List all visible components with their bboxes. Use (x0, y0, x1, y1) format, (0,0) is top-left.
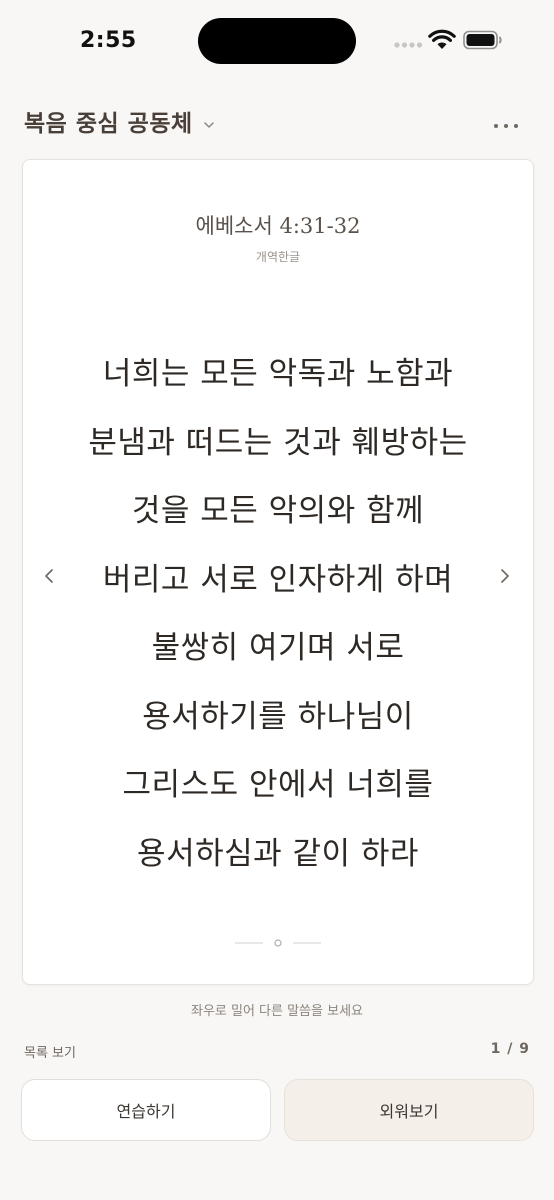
verse-line: 버리고 서로 인자하게 하며 (102, 561, 454, 598)
group-title: 복음 중심 공동체 (24, 111, 193, 137)
more-horizontal-icon[interactable] (490, 102, 522, 134)
chevron-right-icon (501, 569, 509, 583)
verse-line: 것을 모든 악의와 함께 (131, 493, 425, 529)
battery-icon (463, 30, 502, 50)
memorize-button[interactable]: 외워보기 (284, 1079, 534, 1141)
verse-card[interactable]: 에베소서 4:31-32 개역한글 너희는 모든 악독과 노함과 분냄과 떠드는… (22, 159, 534, 985)
bible-version: 개역한글 (255, 250, 301, 264)
verse-line: 너희는 모든 악독과 노함과 (102, 356, 454, 392)
verse-text: 너희는 모든 악독과 노함과 분냄과 떠드는 것과 훼방하는 것을 모든 악의와… (53, 340, 503, 888)
cellular-signal-icon (394, 42, 423, 48)
page-count: 1 / 9 (490, 1041, 530, 1057)
screen: 2:55 복음 중심 공동체 에베소서 4:31-32 개역한글 너희는 모든 … (0, 0, 554, 1200)
status-bar: 2:55 (0, 0, 554, 84)
practice-button[interactable]: 연습하기 (21, 1079, 271, 1141)
group-selector[interactable]: 복음 중심 공동체 (24, 104, 215, 138)
verse-line: 용서하기를 하나님이 (142, 698, 414, 735)
previous-verse-button[interactable] (24, 540, 74, 612)
verse-reference: 에베소서 4:31-32 (195, 214, 361, 238)
verse-line: 불쌍히 여기며 서로 (151, 630, 405, 666)
next-verse-button[interactable] (480, 540, 530, 612)
verse-line: 분냄과 떠드는 것과 훼방하는 (88, 424, 468, 461)
chevron-down-icon (203, 122, 214, 128)
status-time: 2:55 (80, 28, 137, 53)
verse-line: 그리스도 안에서 너희를 (122, 767, 434, 803)
verse-line: 용서하심과 같이 하라 (137, 835, 419, 872)
view-list-link[interactable]: 목록 보기 (24, 1042, 76, 1061)
swipe-hint: 좌우로 밀어 다른 말씀을 보세요 (190, 1004, 363, 1019)
chevron-left-icon (45, 569, 53, 583)
practice-button-label: 연습하기 (116, 1102, 176, 1121)
header: 복음 중심 공동체 (0, 96, 554, 146)
page-indicator (235, 939, 321, 947)
wifi-icon (428, 29, 456, 49)
memorize-button-label: 외워보기 (379, 1102, 439, 1121)
dynamic-island (198, 18, 356, 64)
